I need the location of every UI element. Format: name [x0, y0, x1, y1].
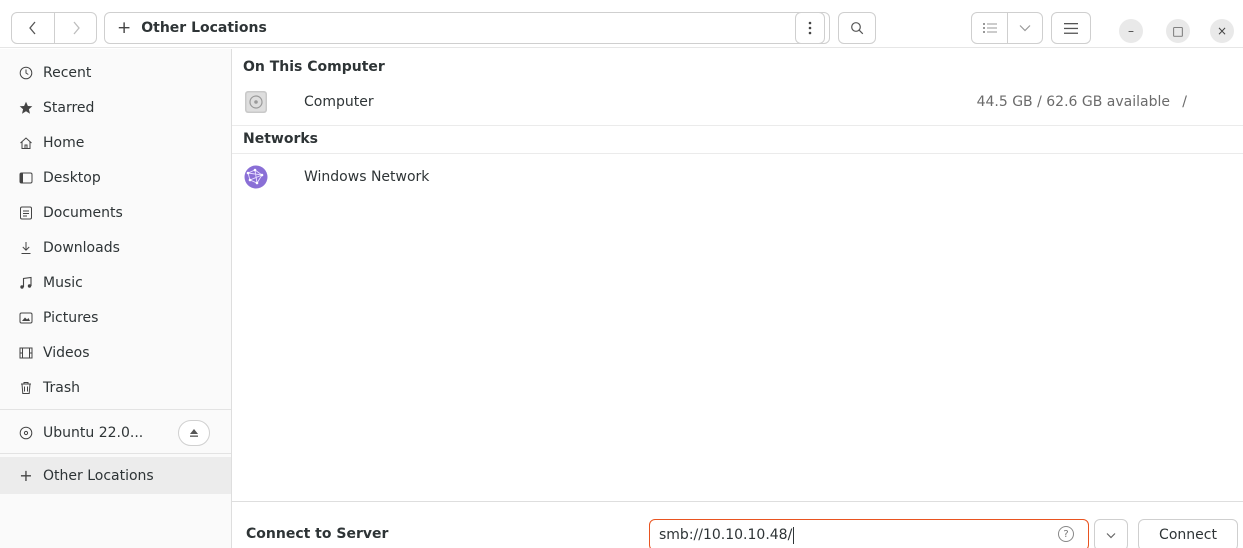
sidebar: Recent Starred Home Desktop Documents Do…: [0, 49, 232, 548]
sidebar-item-recent[interactable]: Recent: [0, 55, 231, 90]
plus-icon: +: [117, 18, 132, 38]
sidebar-item-pictures[interactable]: Pictures: [0, 300, 231, 335]
music-icon: [18, 275, 34, 291]
sidebar-item-ubuntu-disc[interactable]: Ubuntu 22.0...: [0, 415, 170, 450]
picture-icon: [18, 310, 34, 326]
clock-icon: [18, 65, 34, 81]
sidebar-item-starred[interactable]: Starred: [0, 90, 231, 125]
video-icon: [18, 345, 34, 361]
desktop-icon: [18, 170, 34, 186]
path-bar[interactable]: + Other Locations: [104, 12, 830, 44]
star-icon: [18, 100, 34, 116]
search-icon: [851, 22, 864, 35]
sidebar-item-videos[interactable]: Videos: [0, 335, 231, 370]
sidebar-item-desktop[interactable]: Desktop: [0, 160, 231, 195]
server-address-value: smb://10.10.10.48/: [659, 527, 793, 543]
sidebar-item-label: Desktop: [43, 169, 101, 186]
minimize-button[interactable]: –: [1119, 19, 1143, 43]
server-address-input[interactable]: smb://10.10.10.48/: [649, 519, 1089, 548]
sidebar-item-label: Home: [43, 134, 85, 151]
network-globe-icon: [243, 164, 269, 190]
back-button[interactable]: [12, 13, 54, 43]
main-menu-button[interactable]: [1051, 12, 1091, 44]
sidebar-item-other-locations[interactable]: + Other Locations: [0, 457, 231, 494]
section-header-on-this-computer: On This Computer: [243, 59, 385, 75]
sidebar-item-trash[interactable]: Trash: [0, 370, 231, 405]
maximize-button[interactable]: □: [1166, 19, 1190, 43]
close-icon: ×: [1216, 24, 1228, 38]
navigation-buttons: [11, 12, 97, 44]
hamburger-menu-icon: [1064, 22, 1078, 34]
sidebar-item-label: Downloads: [43, 239, 120, 256]
forward-button[interactable]: [54, 13, 96, 43]
mount-path: /: [1182, 94, 1187, 110]
trash-icon: [18, 380, 34, 396]
connect-to-server-bar: Connect to Server smb://10.10.10.48/ ? C…: [232, 501, 1243, 548]
sidebar-item-home[interactable]: Home: [0, 125, 231, 160]
chevron-left-icon: [29, 21, 36, 35]
plus-icon: +: [19, 466, 33, 485]
location-row-windows-network[interactable]: Windows Network: [232, 157, 1243, 197]
vertical-dots-icon: [808, 21, 812, 35]
disk-space-info: 44.5 GB / 62.6 GB available: [976, 94, 1170, 110]
eject-icon: [190, 429, 198, 437]
sidebar-item-label: Pictures: [43, 309, 99, 326]
document-icon: [18, 205, 34, 221]
header-bar: + Other Locations – □ ×: [0, 8, 1243, 48]
sidebar-item-label: Trash: [43, 379, 80, 396]
section-header-networks: Networks: [243, 131, 319, 147]
sidebar-item-label: Ubuntu 22.0...: [43, 424, 144, 441]
minimize-icon: –: [1128, 24, 1134, 38]
location-name: Windows Network: [304, 169, 430, 185]
path-menu-button[interactable]: [795, 12, 825, 44]
sidebar-item-label: Starred: [43, 99, 95, 116]
sidebar-divider: [0, 453, 231, 454]
search-button[interactable]: [838, 12, 876, 44]
sidebar-item-label: Videos: [43, 344, 90, 361]
connect-button[interactable]: Connect: [1138, 519, 1238, 548]
close-button[interactable]: ×: [1210, 19, 1234, 43]
text-caret: [793, 526, 795, 544]
sidebar-divider: [0, 409, 231, 410]
view-toggle-group: [971, 12, 1043, 44]
chevron-right-icon: [73, 21, 80, 35]
sidebar-item-label: Music: [43, 274, 83, 291]
row-divider: [232, 153, 1243, 154]
connect-to-server-label: Connect to Server: [246, 526, 389, 542]
chevron-down-icon: [1106, 532, 1116, 538]
row-divider: [232, 125, 1243, 126]
path-label: Other Locations: [141, 20, 267, 36]
eject-button[interactable]: [178, 420, 210, 446]
hard-drive-icon: [243, 89, 269, 115]
sidebar-item-documents[interactable]: Documents: [0, 195, 231, 230]
recent-servers-button[interactable]: [1094, 519, 1128, 548]
download-icon: [18, 240, 34, 256]
help-icon[interactable]: ?: [1058, 526, 1074, 542]
view-options-button[interactable]: [1007, 13, 1042, 43]
sidebar-item-downloads[interactable]: Downloads: [0, 230, 231, 265]
main-content: On This Computer Computer 44.5 GB / 62.6…: [232, 49, 1243, 501]
sidebar-item-label: Documents: [43, 204, 123, 221]
list-view-icon: [982, 23, 997, 33]
chevron-down-icon: [1019, 25, 1031, 32]
sidebar-item-music[interactable]: Music: [0, 265, 231, 300]
home-icon: [18, 135, 34, 151]
location-name: Computer: [304, 94, 374, 110]
location-row-computer[interactable]: Computer 44.5 GB / 62.6 GB available /: [232, 82, 1243, 122]
disc-icon: [18, 425, 34, 441]
list-view-button[interactable]: [972, 13, 1007, 43]
sidebar-item-label: Recent: [43, 64, 92, 81]
maximize-icon: □: [1172, 24, 1184, 38]
sidebar-item-label: Other Locations: [43, 467, 154, 484]
